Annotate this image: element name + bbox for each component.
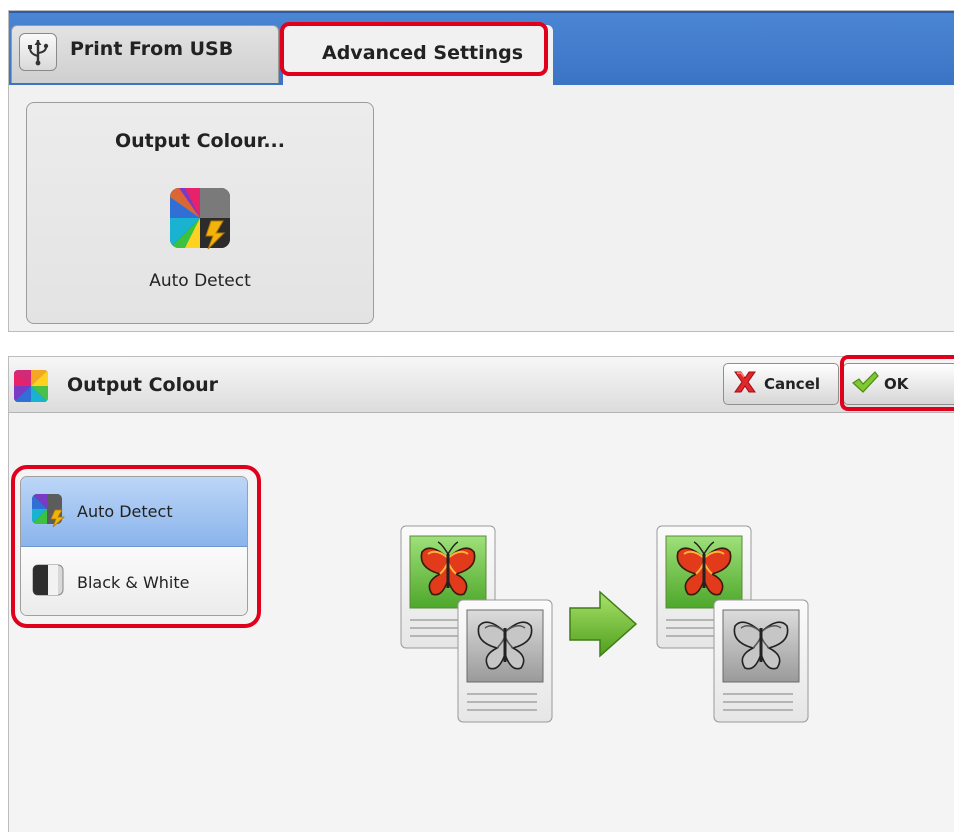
tab-advanced-settings[interactable]: Advanced Settings: [283, 25, 553, 87]
tab-label: Print From USB: [70, 38, 234, 60]
option-black-white[interactable]: Black & White: [21, 547, 247, 615]
tab-print-from-usb[interactable]: Print From USB: [11, 25, 279, 83]
black-white-page-icon: [713, 599, 809, 723]
cancel-button[interactable]: Cancel: [723, 363, 839, 405]
option-label: Black & White: [77, 572, 190, 592]
output-colour-button[interactable]: Output Colour... Auto Detect: [26, 102, 374, 324]
black-white-page-icon: [457, 599, 553, 723]
black-white-icon: [31, 563, 67, 601]
check-icon: [850, 369, 880, 399]
cancel-label: Cancel: [764, 375, 821, 393]
output-colour-options: Auto Detect Black & White: [20, 476, 248, 616]
tile-title: Output Colour...: [115, 130, 285, 152]
dialog-title: Output Colour: [67, 374, 219, 396]
tab-bar: Print From USB Advanced Settings: [9, 11, 954, 87]
output-colour-illustration: [400, 525, 809, 723]
auto-detect-colour-icon: [31, 493, 67, 531]
option-label: Auto Detect: [77, 502, 173, 521]
dialog-header: Output Colour Cancel OK: [9, 357, 954, 413]
tab-label: Advanced Settings: [322, 42, 524, 64]
option-auto-detect[interactable]: Auto Detect: [21, 477, 247, 547]
usb-icon: [19, 33, 57, 71]
tile-value: Auto Detect: [149, 271, 251, 291]
cancel-x-icon: [730, 368, 760, 400]
arrow-right-icon: [569, 590, 638, 658]
settings-panel: Print From USB Advanced Settings Output …: [8, 10, 954, 332]
ok-button[interactable]: OK: [843, 363, 954, 405]
output-colour-icon: [13, 369, 49, 407]
auto-detect-colour-icon: [167, 185, 233, 255]
ok-label: OK: [884, 375, 909, 393]
